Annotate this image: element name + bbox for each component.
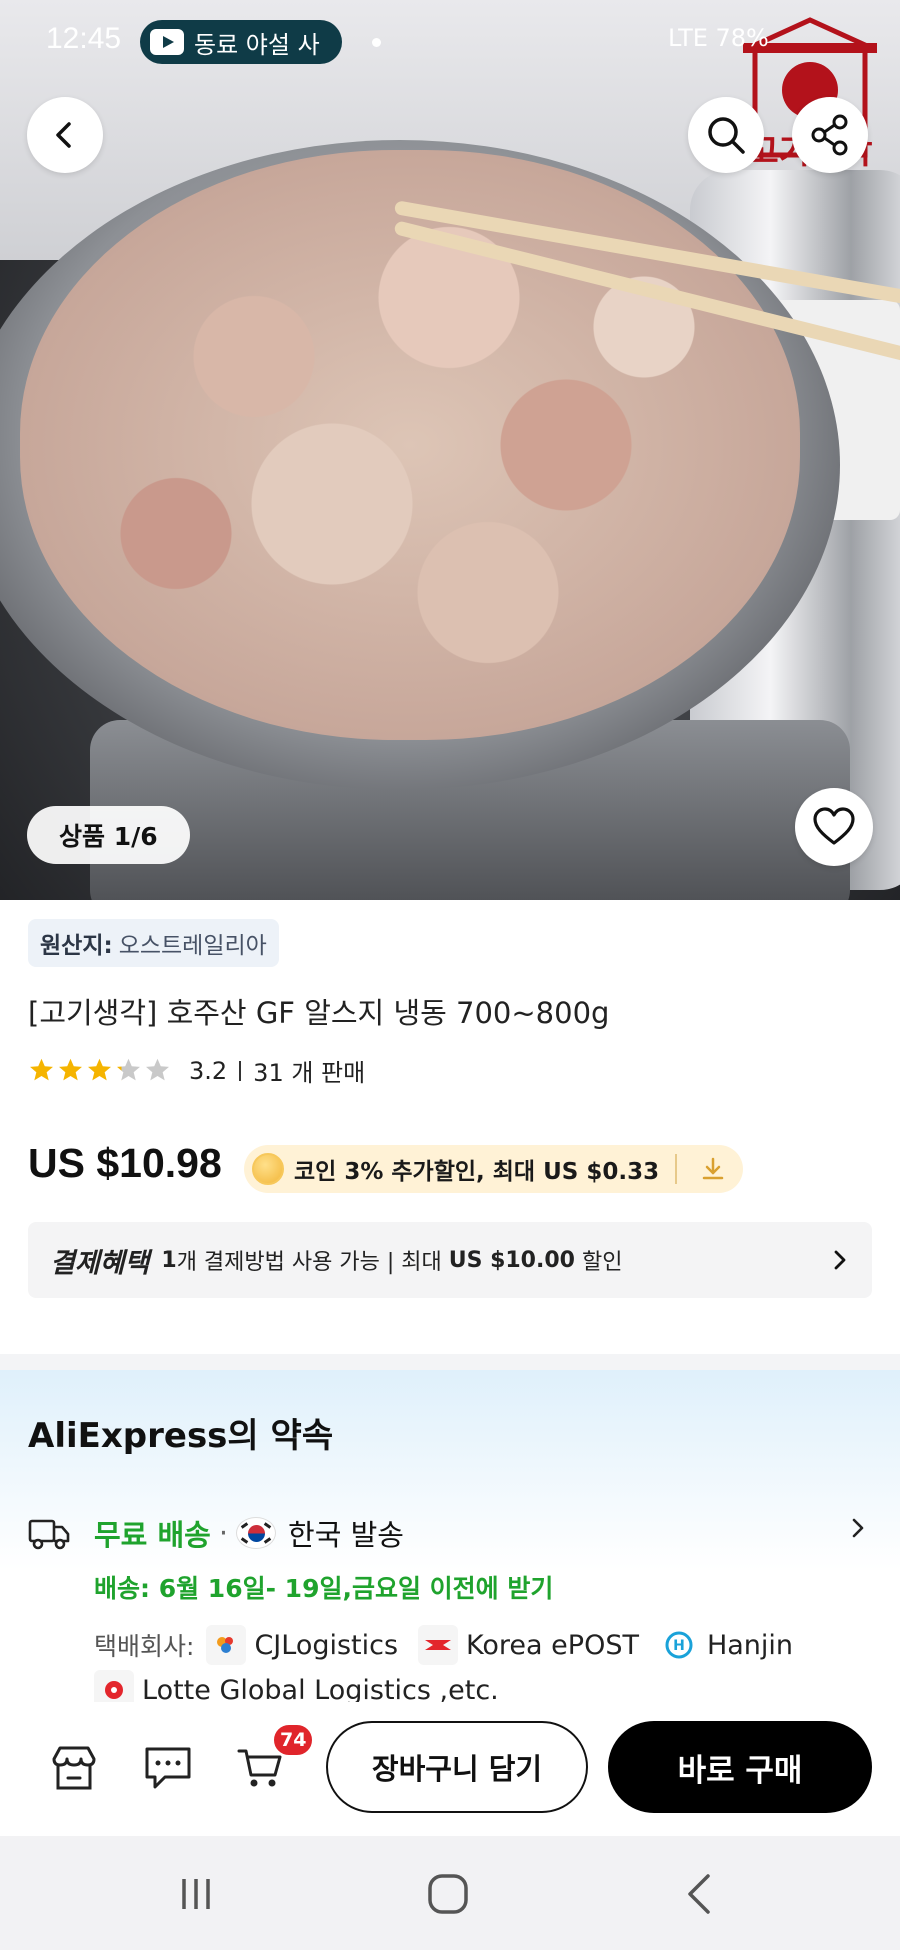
- coin-download-button[interactable]: [693, 1149, 733, 1189]
- food-graphic: [20, 150, 800, 740]
- ship-from-label: 한국 발송: [288, 1518, 404, 1552]
- hanjin-icon: H: [659, 1625, 699, 1665]
- cart-count-badge: 74: [272, 1723, 315, 1757]
- coin-icon: [252, 1153, 284, 1185]
- image-counter: 상품 1/6: [27, 806, 190, 864]
- status-bar: 12:45 동료 야설 사 LTE 78%: [0, 0, 900, 84]
- system-back-button[interactable]: [670, 1864, 730, 1924]
- carrier-name: Lotte Global Logistics ,etc.: [142, 1674, 499, 1706]
- coin-promo-text: 코인 3% 추가할인, 최대 US $0.33: [294, 1159, 660, 1185]
- section-divider: [0, 1354, 900, 1370]
- notification-dot-icon: [372, 38, 381, 47]
- share-button[interactable]: [792, 97, 868, 173]
- recent-apps-button[interactable]: [166, 1864, 226, 1924]
- buy-now-button[interactable]: 바로 구매: [608, 1721, 872, 1813]
- store-button[interactable]: [46, 1740, 102, 1796]
- star-icon: [59, 1058, 82, 1081]
- korea-flag-icon: [236, 1517, 277, 1549]
- share-icon: [811, 114, 848, 156]
- chevron-right-icon: [834, 1250, 846, 1270]
- home-icon: [428, 1874, 468, 1914]
- cj-logistics-icon: [206, 1625, 247, 1665]
- chevron-left-icon: [56, 122, 71, 148]
- payment-benefit-title: 결제혜택: [50, 1247, 150, 1279]
- star-icon: [88, 1058, 111, 1081]
- carrier-list: 택배회사: CJLogistics Korea ePOST H Hanjin: [94, 1625, 809, 1665]
- truck-icon: [28, 1519, 70, 1550]
- heart-icon: [813, 807, 855, 845]
- rating-row[interactable]: 3.2 31 개 판매: [28, 1053, 365, 1088]
- sold-count: 31 개 판매: [253, 1059, 366, 1087]
- store-icon: [52, 1746, 96, 1790]
- payment-method-count: 1: [161, 1247, 177, 1273]
- origin-value: 오스트레일리아: [118, 933, 267, 959]
- delivery-estimate: 배송: 6월 16일- 19일,금요일 이전에 받기: [94, 1574, 554, 1603]
- status-indicators: LTE 78%: [668, 24, 769, 52]
- origin-label: 원산지:: [40, 933, 113, 959]
- back-button[interactable]: [27, 97, 103, 173]
- carrier-name: Hanjin: [706, 1629, 794, 1661]
- payment-benefit-suffix: 할인: [574, 1250, 623, 1275]
- home-button[interactable]: [418, 1864, 478, 1924]
- korea-post-icon: [418, 1625, 459, 1665]
- carrier-label: 택배회사:: [94, 1632, 195, 1661]
- download-icon: [702, 1157, 724, 1180]
- product-title: [고기생각] 호주산 GF 알스지 냉동 700~800g: [28, 996, 610, 1030]
- product-image[interactable]: 고기생각: [0, 0, 900, 900]
- chat-button[interactable]: [140, 1740, 196, 1796]
- carrier-name: Korea ePOST: [466, 1629, 639, 1661]
- payment-benefit-banner[interactable]: 결제혜택 1 개 결제방법 사용 가능 | 최대 US $10.00 할인: [28, 1222, 872, 1298]
- search-icon: [708, 117, 745, 154]
- add-to-cart-button[interactable]: 장바구니 담기: [326, 1721, 588, 1813]
- search-button[interactable]: [688, 97, 764, 173]
- shipping-summary[interactable]: 무료 배송 · 한국 발송: [94, 1512, 404, 1554]
- star-icon: [30, 1058, 53, 1081]
- separator-dot: ·: [218, 1516, 229, 1550]
- chat-icon: [145, 1747, 191, 1789]
- product-price: US $10.98: [28, 1140, 222, 1186]
- divider: [239, 1060, 242, 1081]
- free-shipping-label: 무료 배송: [94, 1518, 211, 1552]
- notification-pill[interactable]: 동료 야설 사: [140, 20, 342, 64]
- divider: [675, 1154, 678, 1184]
- payment-benefit-text: 개 결제방법 사용 가능 | 최대: [176, 1250, 449, 1275]
- promise-title: AliExpress의 약속: [28, 1416, 334, 1456]
- origin-tag: 원산지: 오스트레일리아: [28, 919, 279, 967]
- rating-value: 3.2: [189, 1056, 228, 1085]
- status-time: 12:45: [46, 22, 122, 55]
- notification-text: 동료 야설 사: [194, 30, 320, 59]
- star-icon: [117, 1058, 140, 1081]
- coin-discount-pill[interactable]: 코인 3% 추가할인, 최대 US $0.33: [244, 1145, 744, 1193]
- rating-stars: [28, 1057, 173, 1084]
- svg-text:H: H: [673, 1638, 685, 1654]
- back-arrow-icon: [688, 1874, 710, 1914]
- chevron-right-icon[interactable]: [848, 1515, 868, 1541]
- carrier-name: CJLogistics: [254, 1629, 399, 1661]
- payment-benefit-amount: US $10.00: [448, 1247, 575, 1273]
- recent-apps-icon: [182, 1879, 210, 1909]
- youtube-icon: [150, 29, 184, 55]
- star-icon: [146, 1058, 169, 1081]
- wishlist-button[interactable]: [795, 788, 873, 866]
